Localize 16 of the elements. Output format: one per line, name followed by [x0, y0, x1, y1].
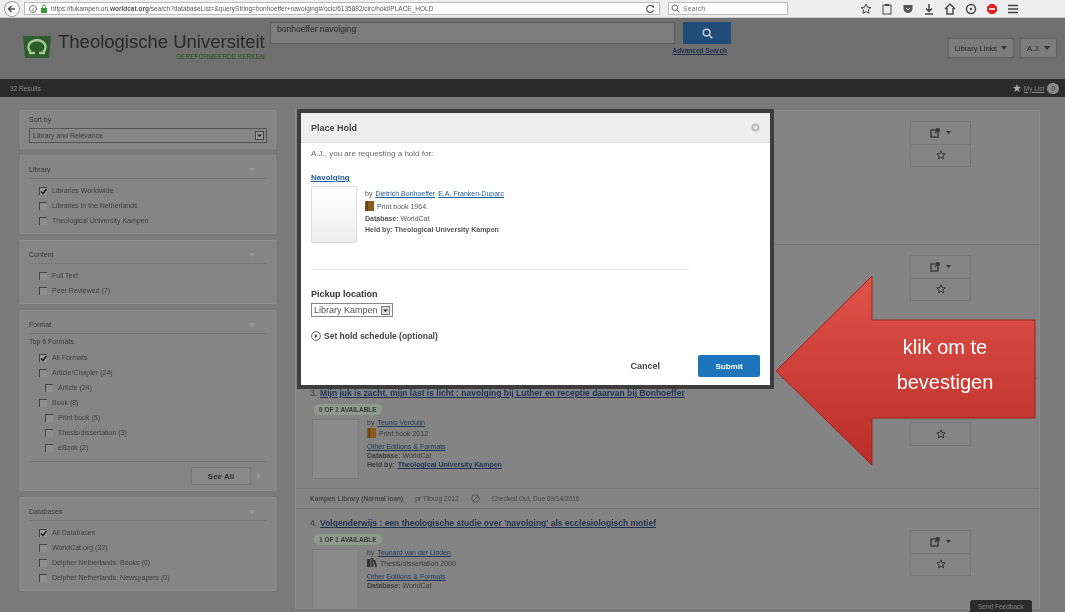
dialog-title: Place Hold [311, 122, 357, 133]
cancel-button[interactable]: Cancel [624, 360, 666, 372]
see-all-button[interactable]: See All [191, 467, 251, 485]
logo-title: Theologische Universiteit [58, 31, 265, 53]
result-title-link[interactable]: Volgenderwijs : een theologische studie over 'navolging' als ecclesiologisch motief [320, 518, 657, 528]
item-title-link[interactable]: Navolging [311, 173, 350, 182]
search-field[interactable]: bonhoeffer navolging [270, 22, 675, 44]
submit-button[interactable]: Submit [698, 355, 760, 377]
tooltip-text: klik om te bevestigen [895, 335, 995, 395]
intro-text: A.J., you are requesting a hold for: [311, 149, 435, 158]
pickup-select[interactable]: Library Kampen [311, 303, 393, 317]
pickup-label: Pickup location [311, 289, 379, 299]
result-number: 4. [310, 518, 318, 528]
result-title-link[interactable]: Mijn juk is zacht, mijn last is licht : navolging bij Luther en receptie daarvan bij Bonhoeffer [320, 388, 685, 398]
schedule-toggle[interactable]: Set hold schedule (optional) [324, 331, 438, 341]
result-number: 3. [310, 388, 318, 398]
